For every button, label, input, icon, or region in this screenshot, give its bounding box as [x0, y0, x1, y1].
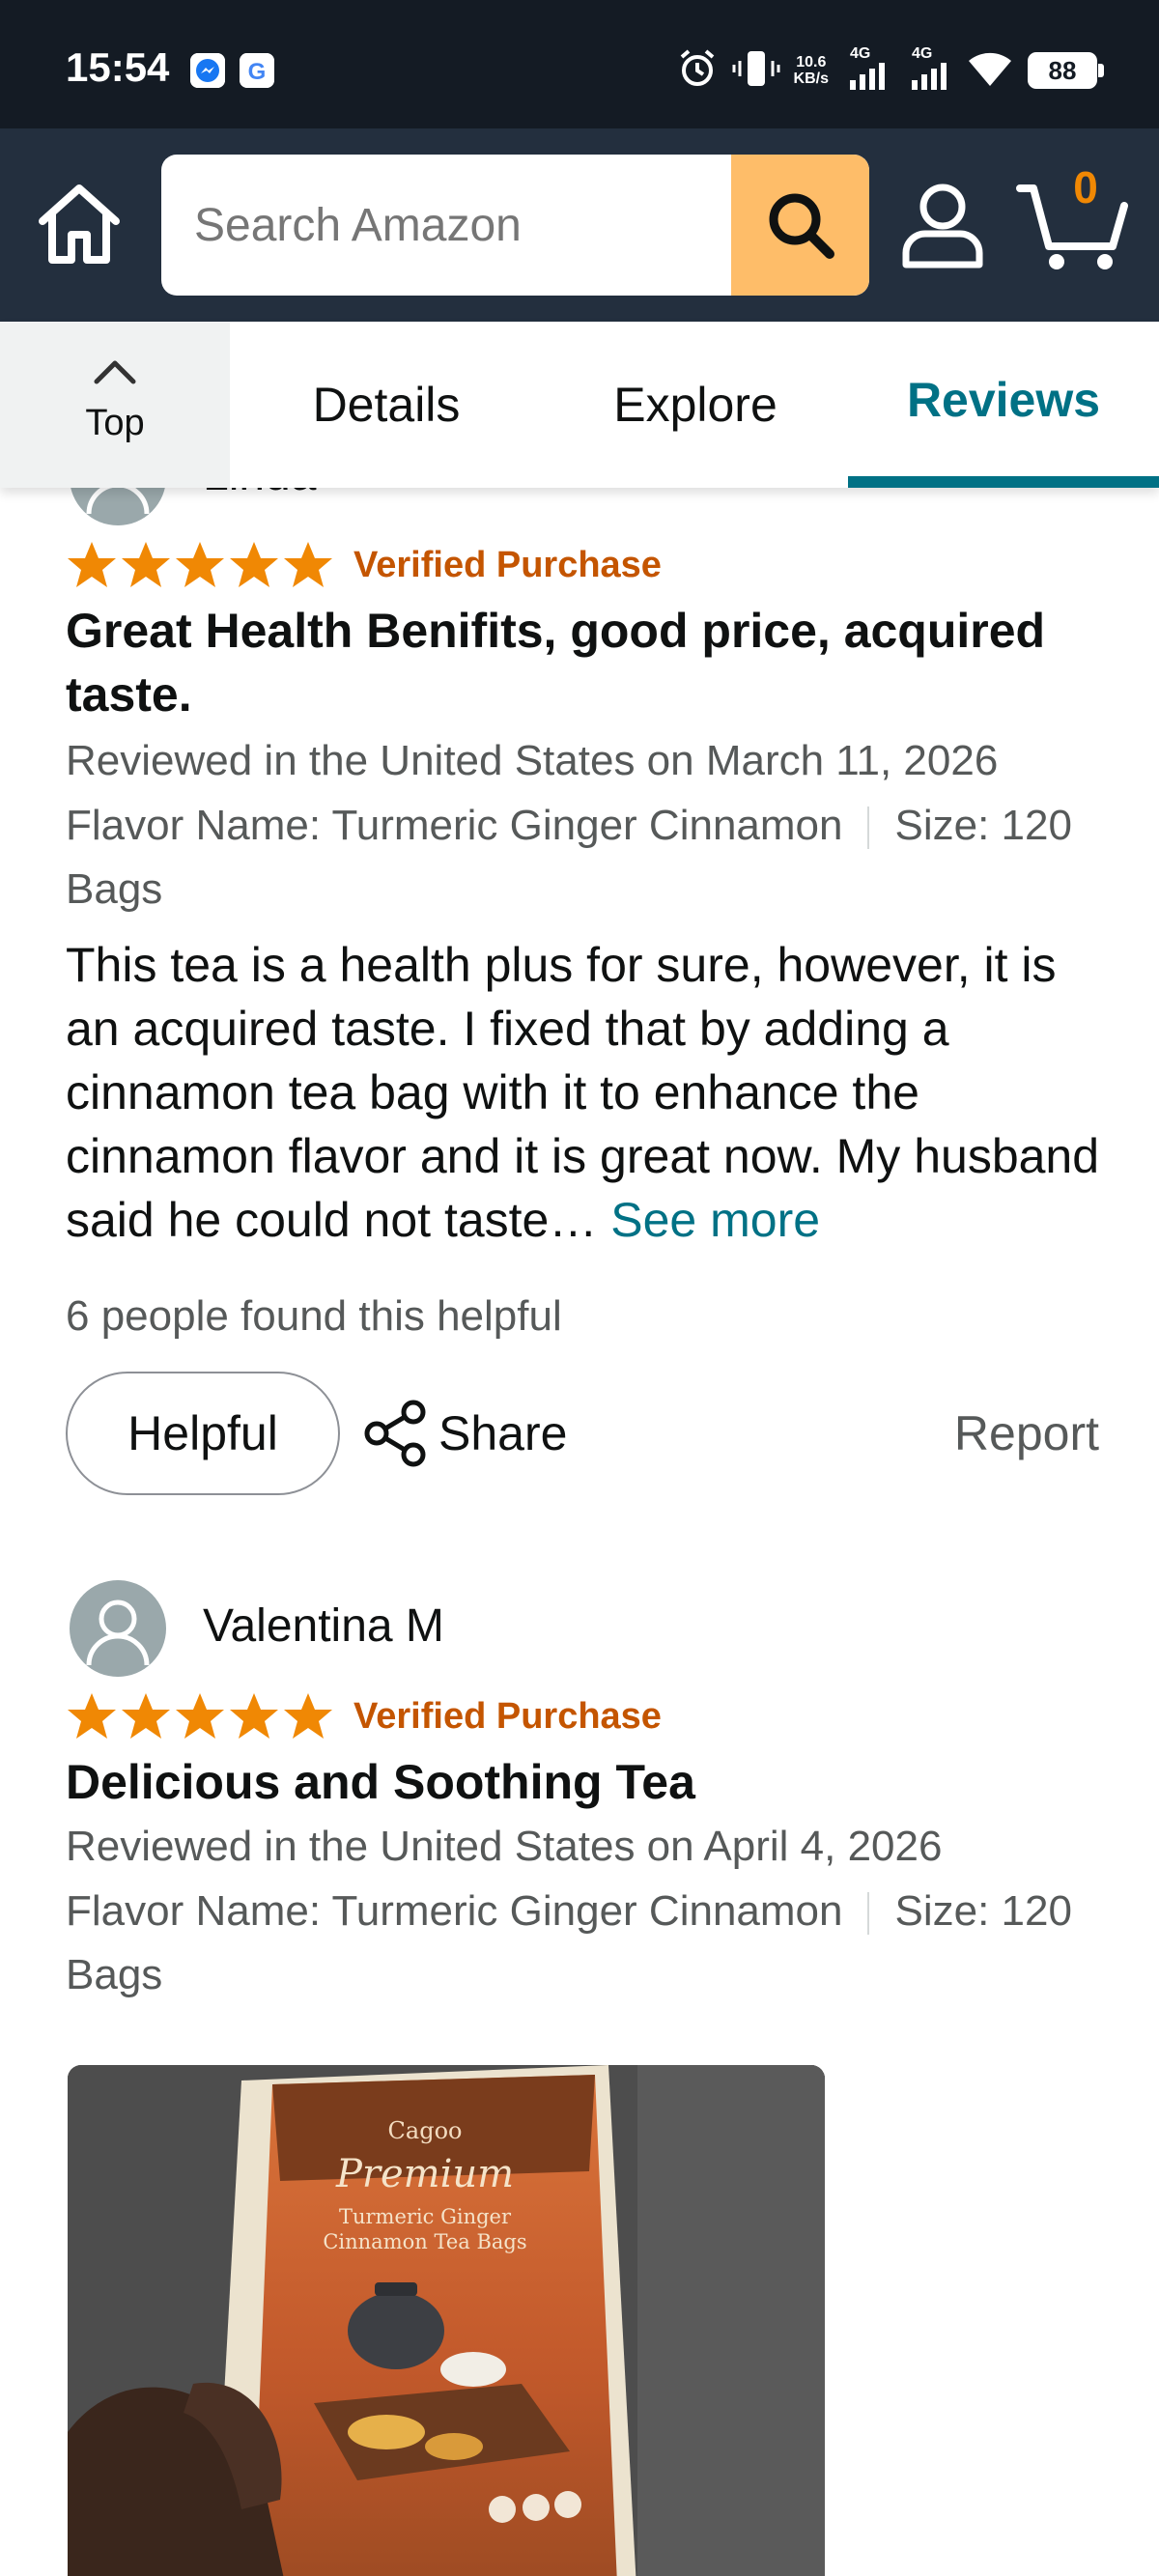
account-button[interactable] — [900, 180, 985, 270]
product-tab-bar: Top Details Explore Reviews — [0, 322, 1159, 488]
bag-line2: Turmeric Ginger — [339, 2205, 512, 2228]
tab-details[interactable]: Details — [261, 322, 512, 488]
star-icon — [68, 542, 116, 587]
helpful-button[interactable]: Helpful — [66, 1372, 340, 1495]
signal-icon: 4G — [904, 45, 952, 92]
search-input[interactable] — [161, 155, 731, 296]
rating-row: Verified Purchase — [66, 1688, 662, 1744]
share-button[interactable]: Share — [361, 1372, 567, 1495]
star-icon — [122, 542, 170, 587]
star-rating[interactable] — [66, 540, 334, 590]
verified-purchase-badge: Verified Purchase — [353, 1695, 662, 1737]
battery-icon: 88 — [1028, 52, 1104, 89]
star-icon — [284, 1693, 332, 1739]
see-more-link[interactable]: See more — [610, 1193, 820, 1247]
review-image[interactable]: Cagoo Premium Turmeric Ginger Cinnamon T… — [68, 2065, 825, 2576]
active-tab-indicator — [848, 476, 1159, 488]
cart-count: 0 — [1073, 162, 1098, 212]
bag-brand: Cagoo — [388, 2117, 463, 2144]
alarm-icon — [676, 47, 719, 95]
back-to-top-button[interactable]: Top — [0, 322, 230, 488]
review-text: This tea is a health plus for sure, howe… — [66, 933, 1118, 1252]
star-icon — [176, 542, 224, 587]
tab-reviews[interactable]: Reviews — [848, 322, 1159, 488]
review-body: This tea is a health plus for sure, howe… — [66, 938, 1100, 1247]
user-icon — [902, 184, 983, 269]
vibrate-icon — [732, 47, 780, 95]
signal-icon: 4G — [842, 45, 890, 92]
default-avatar-icon — [86, 1599, 150, 1666]
search-button[interactable] — [731, 155, 869, 296]
bag-line1: Premium — [335, 2152, 514, 2196]
wifi-icon — [966, 47, 1014, 95]
report-link[interactable]: Report — [954, 1372, 1159, 1495]
svg-text:G: G — [248, 59, 267, 85]
divider — [867, 1892, 870, 1936]
star-icon — [176, 1693, 224, 1739]
review-date: Reviewed in the United States on April 4… — [66, 1823, 943, 1870]
reviewer-name[interactable]: Valentina M — [203, 1599, 444, 1653]
flavor-name: Flavor Name: Turmeric Ginger Cinnamon — [66, 1887, 843, 1935]
avatar[interactable] — [70, 1580, 166, 1677]
rating-row: Verified Purchase — [66, 537, 662, 593]
review-variant: Flavor Name: Turmeric Ginger Cinnamon Siz… — [66, 794, 1109, 921]
divider — [867, 807, 870, 850]
flavor-name: Flavor Name: Turmeric Ginger Cinnamon — [66, 802, 843, 849]
star-icon — [122, 1693, 170, 1739]
review-date: Reviewed in the United States on March 1… — [66, 737, 999, 784]
review-variant: Flavor Name: Turmeric Ginger Cinnamon Siz… — [66, 1880, 1109, 2007]
cart-button[interactable]: 0 — [1016, 162, 1130, 273]
star-icon — [284, 542, 332, 587]
bag-line3: Cinnamon Tea Bags — [323, 2230, 526, 2253]
helpful-count: 6 people found this helpful — [66, 1292, 562, 1340]
status-bar: 15:54 G 10.6 KB/s 4G 4G 88 — [0, 0, 1159, 128]
verified-purchase-badge: Verified Purchase — [353, 544, 662, 585]
chevron-up-icon — [94, 360, 136, 384]
star-icon — [230, 1693, 278, 1739]
share-label: Share — [438, 1406, 568, 1460]
star-rating[interactable] — [66, 1691, 334, 1741]
tab-explore[interactable]: Explore — [570, 322, 821, 488]
app-header: 0 — [0, 128, 1159, 322]
star-icon — [230, 542, 278, 587]
home-button[interactable] — [35, 179, 124, 268]
messenger-icon — [190, 53, 225, 88]
share-icon — [364, 1400, 426, 1467]
top-label: Top — [85, 403, 145, 443]
search-bar — [161, 155, 869, 296]
star-icon — [68, 1693, 116, 1739]
network-speed: 10.6 KB/s — [793, 54, 829, 87]
status-time: 15:54 — [66, 44, 170, 90]
review-title: Great Health Benifits, good price, acqui… — [66, 604, 1046, 722]
home-icon — [39, 184, 120, 264]
review-title: Delicious and Soothing Tea — [66, 1755, 695, 1809]
search-icon — [769, 193, 834, 259]
google-icon: G — [240, 53, 274, 88]
